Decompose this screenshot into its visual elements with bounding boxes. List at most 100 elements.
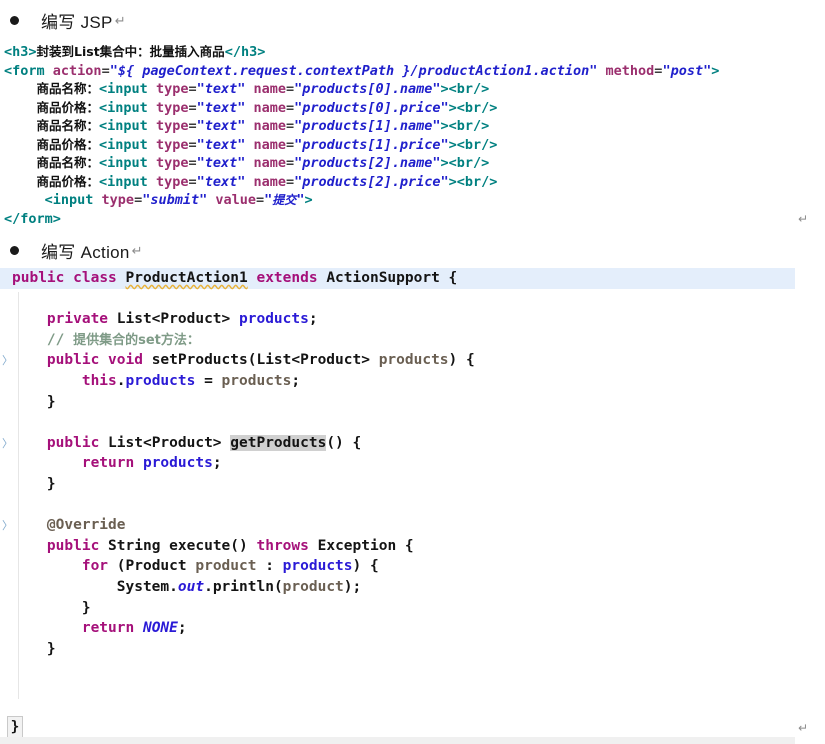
code-token-punct: . bbox=[169, 578, 178, 595]
code-token-punct: ; bbox=[291, 372, 301, 389]
code-token-punct: ); bbox=[343, 578, 362, 595]
code-token-tag: <input bbox=[99, 136, 156, 153]
code-token-punct: ; bbox=[212, 455, 222, 472]
code-token-tag: <br/> bbox=[448, 118, 490, 134]
code-token-attr: name bbox=[253, 173, 287, 190]
code-line: 商品名称：<input type="text" name="products[0… bbox=[4, 80, 719, 99]
override-marker-icon[interactable]: 〉 bbox=[2, 437, 13, 450]
code-token-tag: <input bbox=[99, 99, 156, 116]
section-heading-jsp-label: 编写 JSP bbox=[41, 13, 113, 32]
code-line: this.products = products; bbox=[0, 371, 825, 392]
section-heading-action: 编写 Action ↵ bbox=[10, 238, 143, 263]
code-token-punct: ( bbox=[116, 558, 126, 575]
code-token-field: products bbox=[282, 558, 353, 575]
code-token-eq: = bbox=[286, 118, 295, 134]
code-token-punct: . bbox=[204, 578, 213, 595]
code-token-punct bbox=[99, 352, 108, 368]
code-token-val: "text" bbox=[196, 173, 246, 190]
code-token-punct: . bbox=[116, 372, 126, 389]
code-line: return products; bbox=[0, 453, 825, 474]
jsp-code-block[interactable]: <h3>封装到List集合中：批量插入商品</h3> <form action="… bbox=[4, 43, 719, 228]
bullet-dot-icon bbox=[10, 16, 19, 25]
code-token-tag: > bbox=[440, 155, 449, 171]
bullet-dot-icon bbox=[10, 246, 19, 255]
code-token-comment: // bbox=[46, 331, 74, 348]
code-token-eq: = bbox=[188, 155, 197, 171]
code-token-ident: product bbox=[195, 558, 257, 575]
code-token-tag: <br/> bbox=[456, 173, 498, 190]
override-marker-icon[interactable]: 〉 bbox=[2, 520, 13, 532]
code-token-static: out bbox=[177, 578, 205, 595]
code-token-punct: } bbox=[81, 599, 91, 616]
code-token-method: println bbox=[212, 578, 274, 595]
code-token-val: "text" bbox=[196, 155, 246, 171]
code-token-eq: = bbox=[188, 136, 197, 153]
code-token-eq: = bbox=[188, 173, 197, 190]
code-token-kw: return bbox=[81, 455, 135, 472]
code-token-val: "products[1].price" bbox=[294, 136, 449, 153]
code-token-punct bbox=[222, 435, 231, 451]
code-token-type: System bbox=[116, 578, 170, 595]
code-token-ident: product bbox=[282, 578, 344, 595]
code-token-punct: } bbox=[46, 475, 56, 492]
code-token-punct: { bbox=[404, 537, 414, 554]
code-token-tag: <br/> bbox=[456, 136, 498, 153]
code-token-ident: products bbox=[378, 352, 449, 369]
code-token-eq: = bbox=[256, 192, 265, 208]
code-token-punct: = bbox=[195, 372, 222, 389]
code-token-eq: = bbox=[286, 99, 295, 116]
code-token-tag: <input bbox=[44, 192, 102, 208]
code-line: public List<Product> getProducts() { bbox=[0, 433, 825, 454]
page-bottom-strip bbox=[0, 737, 795, 744]
code-token-method: getProducts bbox=[230, 434, 327, 451]
code-token-eq: = bbox=[101, 62, 110, 79]
code-token-attr: name bbox=[253, 118, 287, 134]
java-code-block[interactable]: public class ProductAction1 extends Acti… bbox=[0, 268, 825, 700]
code-token-val: "text" bbox=[196, 81, 246, 97]
code-line: System.out.println(product); bbox=[0, 577, 825, 598]
code-token-cn: 商品名称： bbox=[36, 118, 100, 133]
line-return-icon-top: ↵ bbox=[798, 212, 809, 226]
code-token-cn: 商品价格： bbox=[36, 136, 100, 152]
code-line: // 提供集合的set方法： bbox=[0, 330, 825, 351]
paragraph-return-icon: ↵ bbox=[131, 242, 143, 258]
code-token-eq: = bbox=[188, 118, 197, 134]
code-token-tag: > bbox=[448, 99, 457, 116]
code-token-ident: products bbox=[221, 372, 292, 389]
code-token-attr: type bbox=[155, 118, 189, 134]
code-token-tag: > bbox=[711, 62, 720, 79]
code-token-punct bbox=[370, 352, 379, 368]
code-token-tag: > bbox=[304, 192, 313, 208]
override-marker-icon[interactable]: 〉 bbox=[2, 355, 13, 367]
code-token-punct: () bbox=[326, 434, 353, 451]
code-token-punct: { bbox=[466, 352, 475, 369]
code-token-attr: action bbox=[52, 62, 102, 79]
code-token-attr: type bbox=[101, 192, 135, 208]
code-token-cn: 封装到List集合中：批量插入商品 bbox=[36, 44, 225, 59]
code-line: 商品价格：<input type="text" name="products[2… bbox=[4, 173, 719, 192]
code-line: @Override bbox=[0, 515, 825, 536]
code-token-tag: </h3> bbox=[224, 44, 266, 60]
code-token-val: "text" bbox=[196, 136, 246, 153]
code-token-tag: <input bbox=[99, 155, 156, 171]
code-token-type: Exception bbox=[317, 537, 397, 554]
code-token-attr: type bbox=[155, 99, 189, 116]
code-token-punct bbox=[99, 435, 108, 451]
code-token-tag: <h3> bbox=[4, 44, 37, 60]
code-token-punct: } bbox=[46, 640, 56, 657]
